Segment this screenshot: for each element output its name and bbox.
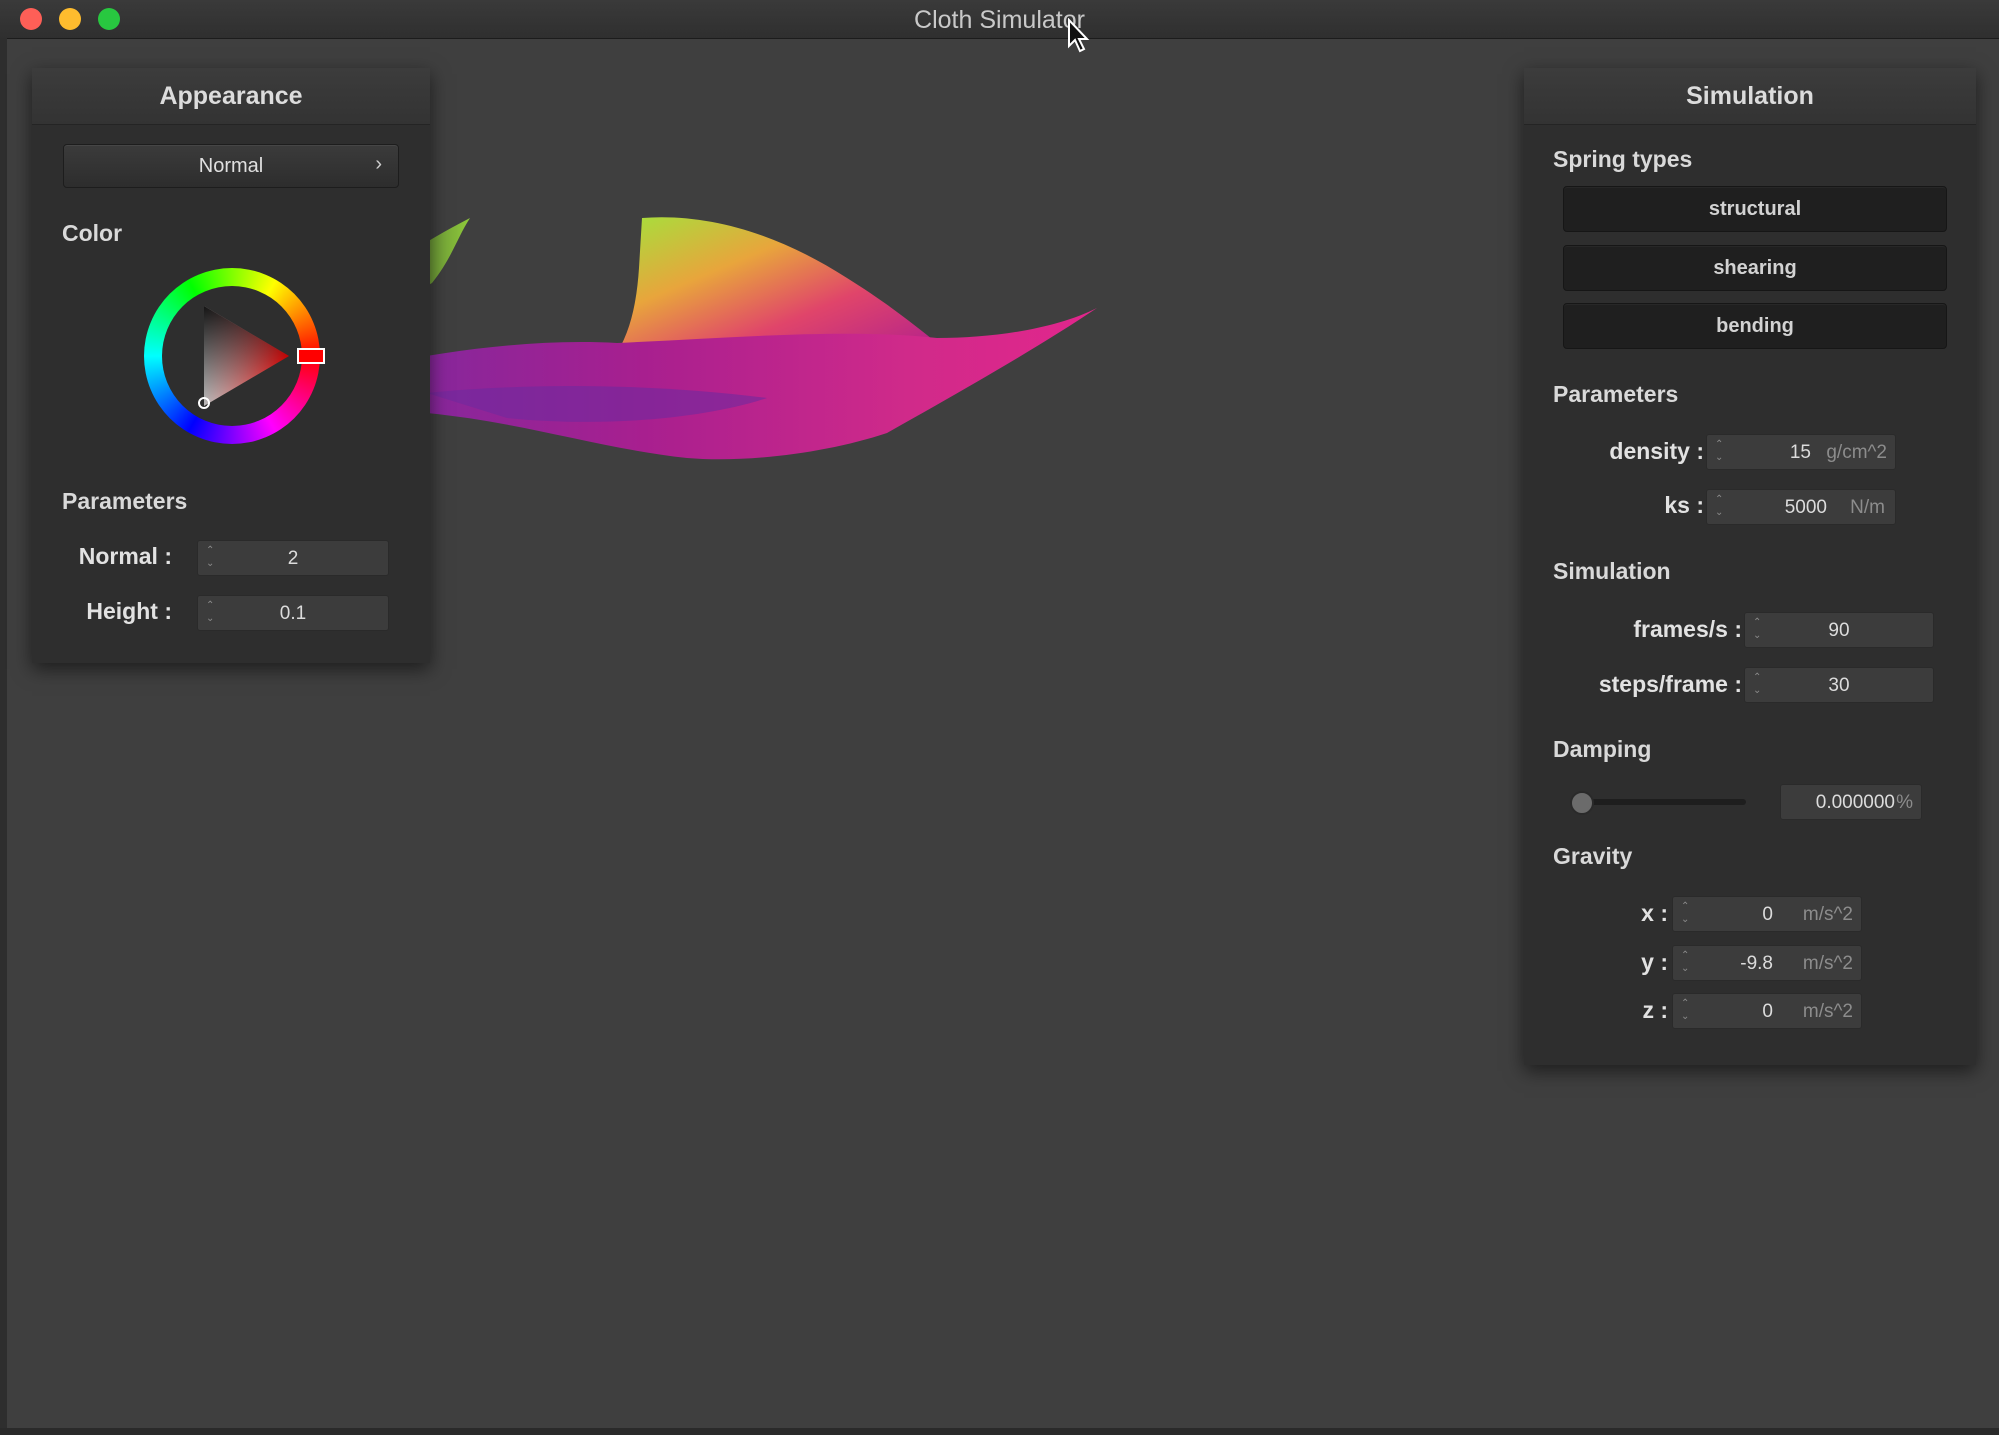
damping-slider-thumb[interactable]	[1570, 791, 1594, 815]
gravity-z-label: z :	[1642, 997, 1668, 1023]
ks-input[interactable]: ⌃ ⌄ 5000 N/m	[1706, 489, 1896, 525]
height-value: 0.1	[279, 603, 307, 624]
spinner-arrows-icon[interactable]: ⌃ ⌄	[1681, 949, 1693, 977]
simulation-panel: Simulation Spring types structural shear…	[1524, 68, 1976, 1065]
simulation-panel-title: Simulation	[1524, 68, 1976, 125]
gravity-z-input[interactable]: ⌃ ⌄ 0 m/s^2	[1672, 993, 1862, 1029]
damping-value: 0.000000	[1815, 792, 1895, 813]
frames-field-label: frames/s :	[1633, 616, 1742, 642]
structural-spring-button[interactable]: structural	[1563, 186, 1947, 232]
gravity-y-unit: m/s^2	[1802, 953, 1853, 974]
gravity-x-label: x :	[1641, 900, 1668, 926]
height-field-label: Height :	[86, 598, 172, 624]
damping-unit: %	[1896, 792, 1913, 813]
spring-types-label: Spring types	[1553, 146, 1693, 172]
gravity-x-unit: m/s^2	[1802, 904, 1853, 925]
bottom-window-edge	[0, 1428, 1999, 1435]
density-value: 15	[1789, 442, 1811, 463]
damping-slider-track	[1570, 799, 1746, 805]
frames-per-second-input[interactable]: ⌃ ⌄ 90	[1744, 612, 1934, 648]
appearance-panel-title: Appearance	[32, 68, 430, 125]
shearing-spring-button[interactable]: shearing	[1563, 245, 1947, 291]
spinner-arrows-icon[interactable]: ⌃ ⌄	[1681, 900, 1693, 928]
ks-field-label: ks :	[1664, 492, 1704, 518]
title-bar: Cloth Simulator	[0, 0, 1999, 39]
gravity-y-input[interactable]: ⌃ ⌄ -9.8 m/s^2	[1672, 945, 1862, 981]
normal-strength-input[interactable]: ⌃ ⌄ 2	[197, 540, 389, 576]
density-unit: g/cm^2	[1826, 442, 1887, 463]
steps-per-frame-value: 30	[1828, 675, 1850, 696]
color-section-label: Color	[62, 220, 123, 246]
spinner-arrows-icon[interactable]: ⌃ ⌄	[1715, 438, 1727, 466]
shader-dropdown[interactable]: Normal ›	[63, 144, 399, 188]
damping-input[interactable]: 0.000000 %	[1780, 784, 1922, 820]
appearance-panel: Appearance Normal › Color Parameters Nor…	[32, 68, 430, 663]
saturation-triangle[interactable]	[144, 268, 320, 444]
steps-field-label: steps/frame :	[1598, 671, 1742, 697]
ks-unit: N/m	[1850, 497, 1885, 518]
normal-strength-value: 2	[287, 548, 299, 569]
chevron-right-icon: ›	[375, 153, 382, 175]
appearance-parameters-label: Parameters	[62, 488, 188, 514]
gravity-x-value: 0	[1762, 904, 1773, 925]
height-input[interactable]: ⌃ ⌄ 0.1	[197, 595, 389, 631]
spinner-arrows-icon[interactable]: ⌃ ⌄	[1715, 493, 1727, 521]
gravity-z-value: 0	[1762, 1001, 1773, 1022]
gravity-y-value: -9.8	[1740, 953, 1773, 974]
shader-dropdown-value: Normal	[198, 155, 264, 177]
left-window-edge	[0, 38, 7, 1435]
simulation-section-label: Simulation	[1553, 558, 1671, 584]
gravity-x-input[interactable]: ⌃ ⌄ 0 m/s^2	[1672, 896, 1862, 932]
hue-selector-handle[interactable]	[297, 348, 325, 364]
spinner-arrows-icon[interactable]: ⌃ ⌄	[1681, 997, 1693, 1025]
steps-per-frame-input[interactable]: ⌃ ⌄ 30	[1744, 667, 1934, 703]
color-wheel[interactable]	[144, 268, 332, 456]
damping-slider[interactable]	[1570, 790, 1746, 815]
gravity-z-unit: m/s^2	[1802, 1001, 1853, 1022]
density-input[interactable]: ⌃ ⌄ 15 g/cm^2	[1706, 434, 1896, 470]
frames-per-second-value: 90	[1828, 620, 1850, 641]
normal-field-label: Normal :	[78, 543, 172, 569]
ks-value: 5000	[1784, 497, 1827, 518]
simulation-parameters-label: Parameters	[1553, 381, 1679, 407]
gravity-label: Gravity	[1553, 843, 1633, 869]
damping-label: Damping	[1553, 736, 1652, 762]
density-field-label: density :	[1609, 438, 1704, 464]
window-title: Cloth Simulator	[914, 6, 1085, 34]
bending-spring-button[interactable]: bending	[1563, 303, 1947, 349]
gravity-y-label: y :	[1641, 949, 1668, 975]
